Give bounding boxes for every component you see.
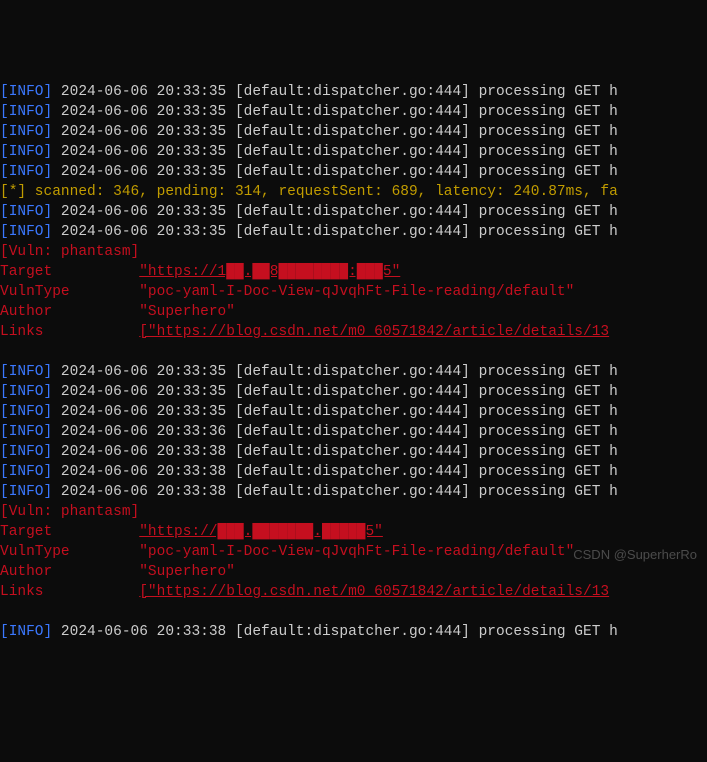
log-content: 2024-06-06 20:33:35 [default:dispatcher.… xyxy=(52,364,618,380)
blank-line xyxy=(0,342,707,362)
log-info-line: [INFO] 2024-06-06 20:33:35 [default:disp… xyxy=(0,202,707,222)
log-info-line: [INFO] 2024-06-06 20:33:36 [default:disp… xyxy=(0,422,707,442)
vuln-target-line: Target "https://1██.██8████████:███5" xyxy=(0,262,707,282)
log-content: 2024-06-06 20:33:38 [default:dispatcher.… xyxy=(52,624,618,640)
vuln-author-label: Author xyxy=(0,564,139,580)
log-info-line: [INFO] 2024-06-06 20:33:35 [default:disp… xyxy=(0,122,707,142)
log-info-line: [INFO] 2024-06-06 20:33:35 [default:disp… xyxy=(0,162,707,182)
log-info-line: [INFO] 2024-06-06 20:33:38 [default:disp… xyxy=(0,462,707,482)
vuln-type-label: VulnType xyxy=(0,544,139,560)
vuln-type-value: "poc-yaml-I-Doc-View-qJvqhFt-File-readin… xyxy=(139,284,574,300)
vuln-type-label: VulnType xyxy=(0,284,139,300)
log-level-tag: [INFO] xyxy=(0,424,52,440)
vuln-author-label: Author xyxy=(0,304,139,320)
watermark: CSDN @SuperherRo xyxy=(573,546,697,564)
log-content: 2024-06-06 20:33:35 [default:dispatcher.… xyxy=(52,204,618,220)
log-level-tag: [INFO] xyxy=(0,124,52,140)
log-info-line: [INFO] 2024-06-06 20:33:35 [default:disp… xyxy=(0,82,707,102)
log-level-tag: [INFO] xyxy=(0,104,52,120)
log-level-tag: [INFO] xyxy=(0,624,52,640)
log-info-line: [INFO] 2024-06-06 20:33:35 [default:disp… xyxy=(0,142,707,162)
log-content: 2024-06-06 20:33:35 [default:dispatcher.… xyxy=(52,404,618,420)
vuln-target-value: "https://1██.██8████████:███5" xyxy=(139,264,400,280)
log-content: 2024-06-06 20:33:35 [default:dispatcher.… xyxy=(52,84,618,100)
log-level-tag: [INFO] xyxy=(0,364,52,380)
log-info-line: [INFO] 2024-06-06 20:33:35 [default:disp… xyxy=(0,402,707,422)
log-level-tag: [INFO] xyxy=(0,464,52,480)
vuln-header: [Vuln: phantasm] xyxy=(0,502,707,522)
vuln-author-value: "Superhero" xyxy=(139,304,235,320)
vuln-type-value: "poc-yaml-I-Doc-View-qJvqhFt-File-readin… xyxy=(139,544,574,560)
log-level-tag: [INFO] xyxy=(0,444,52,460)
vuln-author-line: Author "Superhero" xyxy=(0,302,707,322)
log-content: 2024-06-06 20:33:36 [default:dispatcher.… xyxy=(52,424,618,440)
blank-line xyxy=(0,602,707,622)
log-info-line: [INFO] 2024-06-06 20:33:35 [default:disp… xyxy=(0,222,707,242)
log-level-tag: [INFO] xyxy=(0,84,52,100)
vuln-header: [Vuln: phantasm] xyxy=(0,242,707,262)
vuln-links-label: Links xyxy=(0,584,139,600)
log-level-tag: [INFO] xyxy=(0,384,52,400)
log-info-line: [INFO] 2024-06-06 20:33:35 [default:disp… xyxy=(0,102,707,122)
vuln-target-value: "https://███.███████.█████5" xyxy=(139,524,383,540)
log-level-tag: [INFO] xyxy=(0,404,52,420)
log-info-line: [INFO] 2024-06-06 20:33:38 [default:disp… xyxy=(0,482,707,502)
log-content: 2024-06-06 20:33:35 [default:dispatcher.… xyxy=(52,384,618,400)
vuln-links-line: Links ["https://blog.csdn.net/m0_6057184… xyxy=(0,582,707,602)
log-content: 2024-06-06 20:33:35 [default:dispatcher.… xyxy=(52,224,618,240)
scan-stats-line: [*] scanned: 346, pending: 314, requestS… xyxy=(0,182,707,202)
vuln-links-label: Links xyxy=(0,324,139,340)
log-level-tag: [INFO] xyxy=(0,144,52,160)
vuln-links-value: ["https://blog.csdn.net/m0_60571842/arti… xyxy=(139,584,609,600)
log-content: 2024-06-06 20:33:35 [default:dispatcher.… xyxy=(52,164,618,180)
log-content: 2024-06-06 20:33:38 [default:dispatcher.… xyxy=(52,444,618,460)
log-content: 2024-06-06 20:33:38 [default:dispatcher.… xyxy=(52,484,618,500)
log-level-tag: [INFO] xyxy=(0,204,52,220)
vuln-links-value: ["https://blog.csdn.net/m0_60571842/arti… xyxy=(139,324,609,340)
log-info-line: [INFO] 2024-06-06 20:33:35 [default:disp… xyxy=(0,382,707,402)
vuln-type-line: VulnType "poc-yaml-I-Doc-View-qJvqhFt-Fi… xyxy=(0,282,707,302)
vuln-author-line: Author "Superhero" xyxy=(0,562,707,582)
log-level-tag: [INFO] xyxy=(0,164,52,180)
log-content: 2024-06-06 20:33:35 [default:dispatcher.… xyxy=(52,124,618,140)
log-info-line: [INFO] 2024-06-06 20:33:35 [default:disp… xyxy=(0,362,707,382)
log-content: 2024-06-06 20:33:35 [default:dispatcher.… xyxy=(52,104,618,120)
log-info-line: [INFO] 2024-06-06 20:33:38 [default:disp… xyxy=(0,622,707,642)
log-level-tag: [INFO] xyxy=(0,484,52,500)
vuln-author-value: "Superhero" xyxy=(139,564,235,580)
log-info-line: [INFO] 2024-06-06 20:33:38 [default:disp… xyxy=(0,442,707,462)
vuln-target-label: Target xyxy=(0,524,139,540)
vuln-target-line: Target "https://███.███████.█████5" xyxy=(0,522,707,542)
vuln-links-line: Links ["https://blog.csdn.net/m0_6057184… xyxy=(0,322,707,342)
vuln-target-label: Target xyxy=(0,264,139,280)
log-content: 2024-06-06 20:33:35 [default:dispatcher.… xyxy=(52,144,618,160)
log-level-tag: [INFO] xyxy=(0,224,52,240)
log-content: 2024-06-06 20:33:38 [default:dispatcher.… xyxy=(52,464,618,480)
